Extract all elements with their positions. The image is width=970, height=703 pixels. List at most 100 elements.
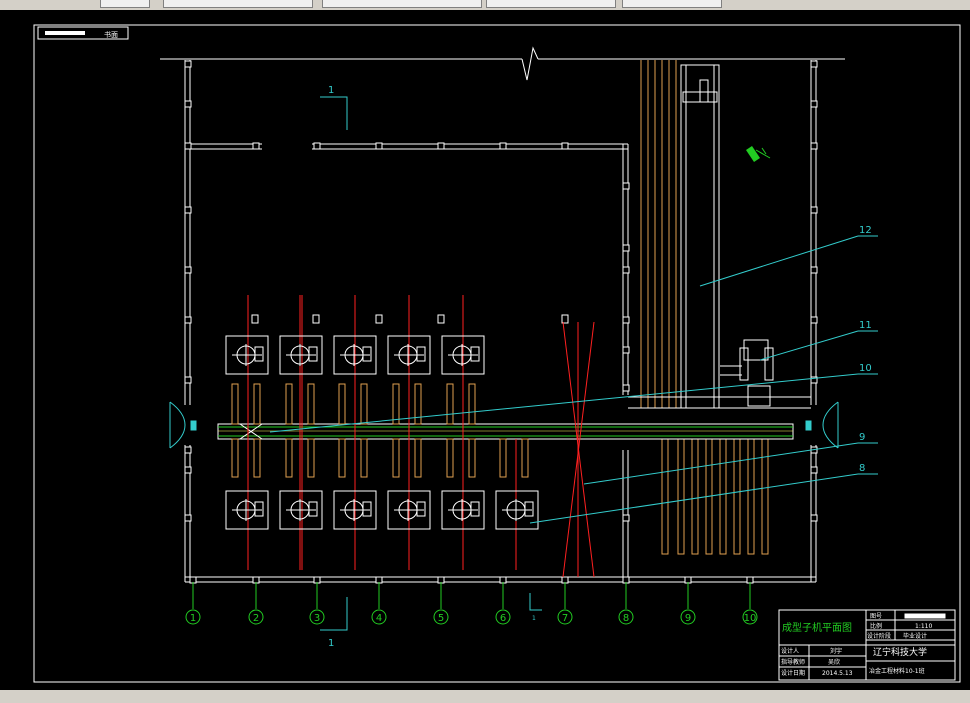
machine-11[interactable] (720, 339, 774, 407)
scale-value: 1:110 (915, 623, 932, 630)
column (184, 100, 192, 108)
axis-label: 4 (376, 613, 382, 624)
column (252, 142, 260, 150)
column (810, 266, 818, 274)
bed-bar (307, 383, 315, 425)
designer-label: 设计人 (781, 647, 799, 655)
door-left[interactable] (169, 401, 197, 449)
section-marker-bottom (320, 597, 348, 631)
bed-bar (231, 438, 239, 478)
rail-bar (733, 438, 741, 555)
frame-label-bar (45, 31, 85, 35)
machine-gearbox (308, 346, 318, 362)
axis-label: 1 (190, 613, 196, 624)
rail-bar (677, 438, 685, 555)
bed-bar (285, 438, 293, 478)
bed-bar (392, 438, 400, 478)
status-strip (0, 690, 970, 703)
forming-machine (495, 490, 539, 530)
column (810, 100, 818, 108)
bed-bar (468, 383, 476, 425)
column (184, 206, 192, 214)
title-block (778, 609, 956, 681)
column (184, 514, 192, 522)
section-marker-top (320, 96, 348, 130)
crane-runway (628, 60, 811, 555)
machine-gearbox (254, 346, 264, 362)
callout-leader (583, 442, 859, 485)
callout-label: 9 (859, 432, 865, 443)
column (184, 60, 192, 68)
main-conveyor (217, 423, 794, 440)
forming-machine (225, 335, 269, 375)
bed-bar (414, 438, 422, 478)
rail-bar (719, 438, 727, 555)
drawing-title: 成型子机平面图 (782, 621, 852, 634)
bed-bar (231, 383, 239, 425)
machine-gearbox (308, 501, 318, 517)
column (561, 142, 569, 150)
machine-gearbox (416, 501, 426, 517)
axis-label: 5 (438, 613, 444, 624)
bed-bar (468, 438, 476, 478)
toolbar-icons[interactable] (100, 0, 150, 8)
callout-label: 8 (859, 463, 865, 474)
tab-layout-2[interactable] (322, 0, 482, 8)
machine-gearbox (524, 501, 534, 517)
column (184, 376, 192, 384)
tab-layout-1[interactable] (163, 0, 313, 8)
column (810, 142, 818, 150)
drawing-border (33, 24, 961, 683)
section-marker-label-top: 1 (328, 85, 334, 96)
column (184, 466, 192, 474)
column (810, 514, 818, 522)
class-value: 冶金工程材料10-1班 (869, 667, 925, 675)
column (375, 142, 383, 150)
column (184, 446, 192, 454)
column (437, 142, 445, 150)
axis-label: 3 (314, 613, 320, 624)
stage-label: 设计阶段 (867, 632, 891, 640)
machine-gearbox (470, 346, 480, 362)
machine-gearbox (362, 346, 372, 362)
top-break-line (160, 46, 845, 81)
column (313, 142, 321, 150)
date-value: 2014.5.13 (822, 670, 853, 677)
cad-drawing-canvas[interactable]: 书面 1 1 1 12111098 1 2 3 4 5 6 7 8 9 10 成… (0, 10, 970, 690)
column (810, 60, 818, 68)
axis-label: 2 (253, 613, 259, 624)
column (622, 346, 630, 354)
grid-axis-labels: 1 2 3 4 5 6 7 8 9 10 (185, 582, 758, 625)
callout-leader (759, 330, 859, 361)
bed-bar (392, 383, 400, 425)
advisor-value: 吴欣 (828, 658, 840, 666)
bed-bar (499, 438, 507, 478)
callout-label: 10 (859, 363, 872, 374)
axis-label: 8 (623, 613, 629, 624)
callout-leader (529, 473, 859, 524)
callout-label: 12 (859, 225, 872, 236)
tab-layout-4[interactable] (622, 0, 722, 8)
section-marker-label-bottom: 1 (328, 638, 334, 649)
machine-gearbox (416, 346, 426, 362)
column (312, 314, 320, 324)
rail-bar (747, 438, 755, 555)
frame-label: 书面 (104, 30, 118, 39)
callout-label: 11 (859, 320, 872, 331)
tab-layout-3[interactable] (486, 0, 616, 8)
column (251, 314, 259, 324)
column (561, 314, 569, 324)
bed-bar (285, 383, 293, 425)
column (499, 142, 507, 150)
door-right[interactable] (805, 401, 839, 449)
column (184, 142, 192, 150)
column (622, 384, 630, 392)
column (810, 316, 818, 324)
axis-label: 9 (685, 613, 691, 624)
axis-label: 7 (562, 613, 568, 624)
machine-gearbox (362, 501, 372, 517)
rail-bar (691, 438, 699, 555)
column (622, 182, 630, 190)
section-tick-label: 1 (532, 615, 536, 622)
bracing-x (562, 321, 595, 578)
